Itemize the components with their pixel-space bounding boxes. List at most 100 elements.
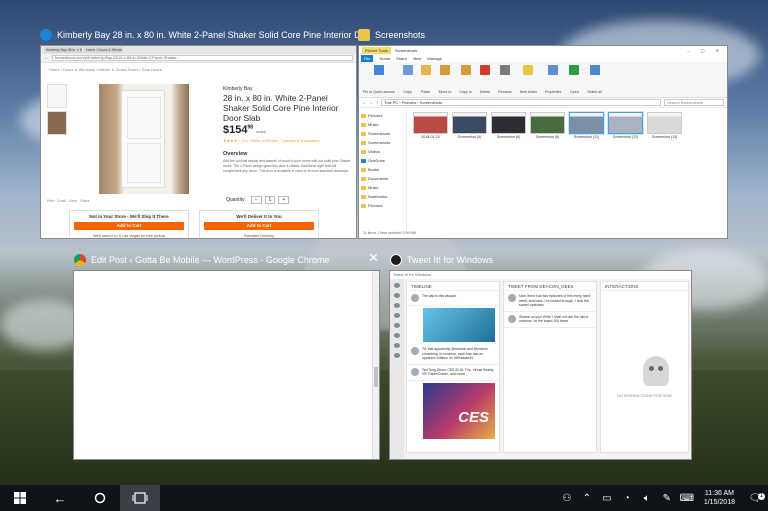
avatar[interactable] (508, 294, 516, 302)
ribbon-tab[interactable]: Share (396, 56, 407, 61)
ribbon-tab[interactable]: Manage (427, 56, 441, 61)
tweet[interactable]: The dad is this always! (407, 291, 499, 306)
avatar[interactable] (411, 294, 419, 302)
product-brand[interactable]: Kimberly Bay (223, 86, 252, 92)
file-item[interactable]: Screenshot (11) (568, 111, 605, 139)
back-icon[interactable]: ← (44, 55, 49, 61)
close-icon[interactable]: ✕ (368, 251, 379, 265)
ribbon-button[interactable]: Move to (439, 65, 451, 94)
network-icon[interactable]: ◔ (617, 493, 637, 504)
search-input[interactable]: Search Screenshots (664, 99, 724, 106)
ribbon-button[interactable]: New folder (520, 65, 537, 94)
forward-icon[interactable]: → (369, 100, 373, 105)
tweet-reply[interactable]: Shame on you! Write 'I shall not use the… (504, 312, 596, 328)
add-to-cart-delivery-button[interactable]: Add to Cart (204, 222, 314, 230)
rating-stars[interactable]: ★★★★☆ 4.6 · Write a Review · Questions &… (223, 138, 320, 143)
ribbon-button[interactable]: Delete (480, 65, 490, 94)
quantity-stepper[interactable]: Quantity − 1 + (223, 196, 290, 204)
avatar[interactable] (411, 367, 419, 376)
tweetit-window-thumbnail[interactable]: Tweet It! for Windows TIMELINE The dad i… (389, 270, 692, 460)
profile-icon[interactable] (394, 343, 400, 348)
home-icon[interactable] (394, 283, 400, 288)
product-thumb[interactable] (47, 111, 67, 135)
explorer-window-thumbnail[interactable]: Picture Tools Screenshots – ▢ ✕ File Home… (358, 45, 728, 239)
volume-icon[interactable]: 🔈︎ (637, 493, 657, 504)
scrollbar[interactable] (372, 271, 379, 459)
nav-item[interactable]: OneDrive (361, 156, 404, 165)
edge-window-thumbnail[interactable]: Kimberly Bay 28 in. x 80 in. White 2-Pan… (40, 45, 357, 239)
address-path[interactable]: This PC › Pictures › Screenshots (381, 99, 661, 106)
scrollbar-thumb[interactable] (374, 367, 378, 387)
nav-item[interactable]: Music (361, 120, 404, 129)
mentions-icon[interactable] (394, 293, 400, 298)
settings-icon[interactable] (394, 353, 400, 358)
tweet[interactable]: Ted Tong-Dixon: CES 2018: TVs, Virtual R… (407, 365, 499, 381)
chevron-up-icon[interactable]: ⌃ (577, 493, 597, 504)
nav-item[interactable]: Screenshots (361, 138, 404, 147)
battery-icon[interactable]: ▭ (597, 493, 617, 504)
nav-item[interactable]: Books (361, 165, 404, 174)
nav-item[interactable]: Music (361, 183, 404, 192)
file-item[interactable]: Screenshot (12) (607, 111, 644, 139)
file-item[interactable]: 2018-01-15 (413, 112, 448, 139)
pen-icon[interactable]: ✎ (657, 493, 677, 504)
ribbon-button[interactable]: Select all (587, 65, 602, 94)
messages-icon[interactable] (394, 303, 400, 308)
ribbon-tab[interactable]: File (361, 55, 374, 62)
share-row[interactable]: Print · Email · Save · Share (47, 199, 90, 203)
quantity-value[interactable]: 1 (264, 196, 276, 204)
likes-icon[interactable] (394, 333, 400, 338)
file-item[interactable]: Screenshot (8) (530, 112, 565, 139)
lists-icon[interactable] (394, 313, 400, 318)
file-item[interactable]: Screenshot (6) (491, 112, 526, 139)
ribbon-tab[interactable]: View (413, 56, 422, 61)
add-to-cart-button[interactable]: Add to Cart (74, 222, 184, 230)
tweet-media[interactable]: CES (423, 382, 495, 439)
file-item[interactable]: Screenshot (5) (452, 112, 487, 139)
ribbon-button[interactable]: Open (569, 65, 580, 94)
nav-item[interactable]: Screenshots (361, 129, 404, 138)
tweetit-window-title[interactable]: Tweet It! for Windows (390, 250, 670, 270)
ribbon-button[interactable]: Pin to Quick access (363, 65, 395, 94)
nav-item[interactable]: Notebooks (361, 192, 404, 201)
search-icon[interactable] (394, 323, 400, 328)
picture-tools-tab[interactable]: Picture Tools (362, 47, 391, 54)
file-item[interactable]: Screenshot (13) (647, 112, 682, 139)
back-icon[interactable]: ← (362, 100, 366, 105)
quantity-plus-button[interactable]: + (278, 196, 290, 204)
avatar[interactable] (508, 314, 516, 323)
product-thumb[interactable] (47, 84, 67, 108)
ribbon-button[interactable]: Copy to (459, 65, 472, 94)
task-view-button[interactable] (120, 485, 160, 511)
ribbon-button[interactable]: Paste (420, 65, 431, 94)
nav-item[interactable]: Videos (361, 147, 404, 156)
people-icon[interactable]: ⚇ (557, 493, 577, 504)
chrome-window-title[interactable]: Edit Post ‹ Gotta Be Mobile — WordPress … (74, 250, 374, 270)
ribbon-tab[interactable]: Home (379, 56, 390, 61)
chrome-window-thumbnail[interactable] (73, 270, 380, 460)
edge-window-title[interactable]: Kimberly Bay 28 in. x 80 in. White 2-Pan… (40, 25, 360, 45)
keyboard-icon[interactable]: ⌨ (677, 493, 697, 504)
up-icon[interactable]: ↑ (376, 100, 378, 105)
edge-url-field[interactable]: homedepot.com/p/Kimberly-Bay-28-in-x-80-… (52, 55, 353, 61)
tweet[interactable]: TIL that apparently @winclick and @maxrm… (407, 344, 499, 365)
window-controls-icon[interactable]: – ▢ ✕ (687, 48, 724, 53)
edge-tab[interactable]: Kimberly Bay 28 in. x 80 in. White 2-Pan… (44, 47, 82, 53)
explorer-window-title[interactable]: Screenshots (358, 25, 658, 45)
start-button[interactable] (0, 485, 40, 511)
nav-item[interactable]: Pictures (361, 201, 404, 210)
back-button[interactable]: ← (40, 485, 80, 511)
tweet-media[interactable] (423, 308, 495, 342)
ribbon-button[interactable]: Rename (498, 65, 512, 94)
action-center-icon[interactable]: 🗨︎ 1 (742, 492, 768, 504)
tweet-detail[interactable]: Man, there had two episodes of this ever… (504, 291, 596, 312)
avatar[interactable] (411, 347, 419, 355)
clock[interactable]: 11:36 AM 1/15/2018 (697, 489, 742, 507)
cortana-button[interactable] (80, 485, 120, 511)
quantity-minus-button[interactable]: − (250, 196, 262, 204)
edge-tab[interactable]: Home / Doors & Windows / Interior & Clos… (84, 47, 122, 53)
nav-item[interactable]: Documents (361, 174, 404, 183)
ribbon-button[interactable]: Properties (545, 65, 561, 94)
ribbon-button[interactable]: Copy (402, 65, 413, 94)
nav-item[interactable]: Pictures (361, 111, 404, 120)
